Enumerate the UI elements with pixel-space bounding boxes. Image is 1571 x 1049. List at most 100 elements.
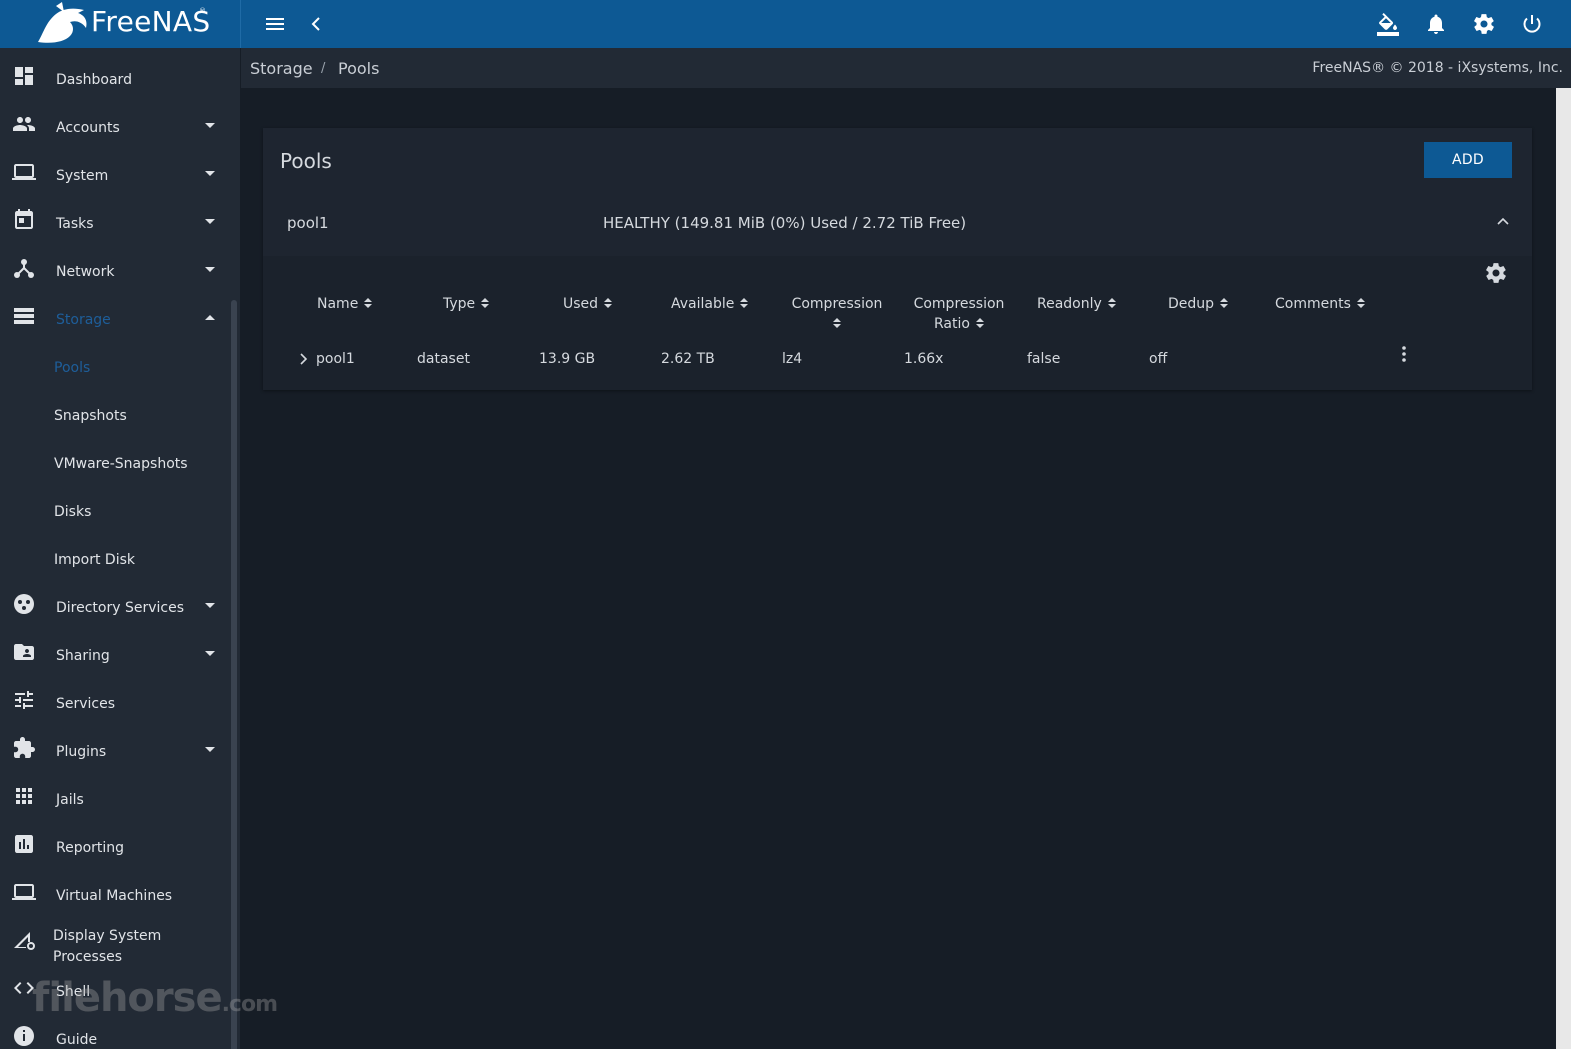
column-header-compression-ratio[interactable]: Compression Ratio xyxy=(912,294,1006,334)
sort-icon xyxy=(481,298,490,309)
column-header-label: Comments xyxy=(1275,296,1351,312)
theme-paint-bucket-icon[interactable] xyxy=(1376,12,1400,36)
pool-header[interactable]: pool1 HEALTHY (149.81 MiB (0%) Used / 2.… xyxy=(263,192,1532,256)
pool-status: HEALTHY (149.81 MiB (0%) Used / 2.72 TiB… xyxy=(603,214,967,232)
menu-icon[interactable] xyxy=(263,12,287,36)
column-header-label: Type xyxy=(443,296,476,312)
chevron-down-icon xyxy=(205,747,215,752)
more-vert-icon[interactable] xyxy=(1398,344,1410,364)
chevron-down-icon xyxy=(205,267,215,272)
column-header-type[interactable]: Type xyxy=(443,294,490,314)
sort-icon xyxy=(604,298,613,309)
reporting-chart-icon xyxy=(15,835,33,853)
sidebar-item-label: Tasks xyxy=(56,216,94,232)
sort-icon xyxy=(833,318,841,329)
sidebar-item-label: Services xyxy=(56,696,116,712)
sidebar-item-label: Accounts xyxy=(56,120,120,136)
table-settings-gear-icon[interactable] xyxy=(1484,261,1508,285)
sidebar-subitem-snapshots[interactable]: Snapshots xyxy=(0,388,230,436)
sort-icon xyxy=(1107,298,1116,309)
sidebar-scrollbar[interactable] xyxy=(231,300,237,1049)
chevron-down-icon xyxy=(205,123,215,128)
breadcrumb-pools: Pools xyxy=(338,59,380,78)
label-line-2: Processes xyxy=(53,949,123,965)
sidebar-item-plugins[interactable]: Plugins xyxy=(0,724,230,772)
jails-grid-icon xyxy=(16,788,32,804)
sidebar-item-label: Plugins xyxy=(56,744,107,760)
sidebar: Dashboard Accounts System Tasks Network … xyxy=(0,48,240,1049)
power-icon[interactable] xyxy=(1520,12,1544,36)
sidebar-item-storage[interactable]: Storage xyxy=(0,292,230,340)
sidebar-subitem-label: Snapshots xyxy=(54,408,127,424)
laptop-icon xyxy=(12,164,36,180)
sidebar-item-tasks[interactable]: Tasks xyxy=(0,196,230,244)
datasets-table: Name Type Used Available Compression Com… xyxy=(263,256,1532,390)
sidebar-item-system[interactable]: System xyxy=(0,148,230,196)
settings-gear-icon[interactable] xyxy=(1472,12,1496,36)
storage-icon xyxy=(14,308,34,324)
back-chevron-icon[interactable] xyxy=(304,12,328,36)
add-pool-button[interactable]: ADD xyxy=(1424,142,1512,178)
chevron-up-icon[interactable] xyxy=(1495,214,1511,230)
sidebar-item-label: Jails xyxy=(56,792,84,808)
page-scrollbar[interactable] xyxy=(1556,88,1571,1049)
column-header-label: Available xyxy=(671,296,735,312)
column-header-dedup[interactable]: Dedup xyxy=(1168,294,1229,314)
column-header-available[interactable]: Available xyxy=(671,294,749,314)
sidebar-item-sharing[interactable]: Sharing xyxy=(0,628,230,676)
pools-card: Pools ADD pool1 HEALTHY (149.81 MiB (0%)… xyxy=(263,128,1532,390)
column-header-readonly[interactable]: Readonly xyxy=(1037,294,1116,314)
sidebar-item-reporting[interactable]: Reporting xyxy=(0,820,230,868)
sidebar-item-dashboard[interactable]: Dashboard xyxy=(0,52,230,100)
freenas-shark-icon xyxy=(38,2,87,43)
sidebar-item-label: Display System Processes xyxy=(53,926,161,968)
sidebar-subitem-label: Disks xyxy=(54,504,92,520)
sidebar-subitem-label: VMware-Snapshots xyxy=(54,456,188,472)
sidebar-item-label: Storage xyxy=(56,312,111,328)
sidebar-subitem-disks[interactable]: Disks xyxy=(0,484,230,532)
column-header-used[interactable]: Used xyxy=(563,294,613,314)
column-header-compression[interactable]: Compression xyxy=(790,294,884,334)
chevron-down-icon xyxy=(205,219,215,224)
sidebar-subitem-pools[interactable]: Pools xyxy=(0,340,230,388)
sidebar-item-label: Guide xyxy=(56,1032,98,1048)
watermark: filehorse.com xyxy=(32,975,278,1021)
logo[interactable]: FreeNAS ® xyxy=(0,0,241,48)
sort-icon xyxy=(975,318,984,329)
pool-name: pool1 xyxy=(287,214,329,232)
sharing-folder-icon xyxy=(14,644,34,660)
sidebar-item-directory-services[interactable]: Directory Services xyxy=(0,580,230,628)
sidebar-subitem-import-disk[interactable]: Import Disk xyxy=(0,532,230,580)
cell-compression: lz4 xyxy=(782,351,803,367)
sidebar-item-label: Sharing xyxy=(56,648,110,664)
column-header-comments[interactable]: Comments xyxy=(1275,294,1365,314)
sidebar-item-jails[interactable]: Jails xyxy=(0,772,230,820)
column-header-label: Name xyxy=(317,296,359,312)
sidebar-item-services[interactable]: Services xyxy=(0,676,230,724)
sidebar-item-label: System xyxy=(56,168,109,184)
guide-info-icon xyxy=(14,1026,34,1046)
cell-dedup: off xyxy=(1149,351,1168,367)
expand-row-chevron-icon[interactable] xyxy=(297,352,309,366)
sidebar-item-display-system-processes[interactable]: Display System Processes xyxy=(0,916,230,965)
sidebar-item-network[interactable]: Network xyxy=(0,244,230,292)
sidebar-item-virtual-machines[interactable]: Virtual Machines xyxy=(0,868,230,916)
virtual-machines-icon xyxy=(12,884,36,900)
column-header-name[interactable]: Name xyxy=(317,294,373,314)
cell-readonly: false xyxy=(1027,351,1061,367)
sidebar-item-accounts[interactable]: Accounts xyxy=(0,100,230,148)
sort-icon xyxy=(1220,298,1229,309)
services-tune-icon xyxy=(15,691,33,709)
top-bar: FreeNAS ® xyxy=(0,0,1571,48)
sidebar-item-label: Virtual Machines xyxy=(56,888,173,904)
plugins-puzzle-icon xyxy=(14,737,35,758)
system-processes-icon xyxy=(14,932,35,950)
notifications-bell-icon[interactable] xyxy=(1424,12,1448,36)
sort-icon xyxy=(740,298,749,309)
cell-compression-ratio: 1.66x xyxy=(904,351,944,367)
breadcrumb-storage[interactable]: Storage xyxy=(250,59,313,78)
column-header-label: Compression xyxy=(913,296,1005,312)
sidebar-subitem-vmware-snapshots[interactable]: VMware-Snapshots xyxy=(0,436,230,484)
sort-icon xyxy=(1356,298,1365,309)
chevron-up-icon xyxy=(205,315,215,320)
